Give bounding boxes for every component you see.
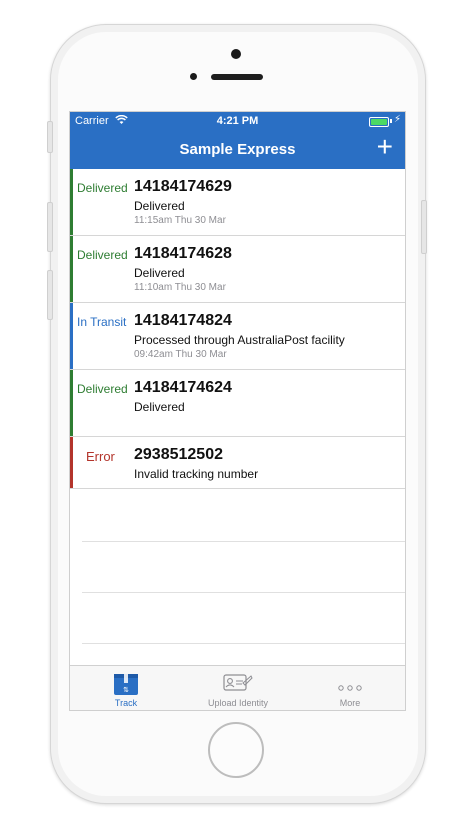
tracking-number: 14184174629 bbox=[134, 178, 232, 195]
status-label: Delivered bbox=[77, 181, 128, 195]
navigation-bar: Sample Express + bbox=[70, 130, 405, 169]
more-dots-icon bbox=[338, 678, 362, 696]
status-description: Delivered bbox=[134, 400, 185, 414]
id-card-icon bbox=[223, 671, 253, 698]
status-label: Error bbox=[86, 449, 115, 464]
tab-label: Upload Identity bbox=[207, 698, 269, 708]
status-label: Delivered bbox=[77, 248, 128, 262]
status-label: Delivered bbox=[77, 382, 128, 396]
volume-down-button bbox=[47, 270, 53, 320]
status-description: Invalid tracking number bbox=[134, 467, 259, 481]
proximity-sensor bbox=[190, 73, 197, 80]
mute-switch bbox=[47, 121, 53, 153]
app-screen: Carrier 4:21 PM ⚡ Sample Express + Deliv… bbox=[69, 111, 406, 711]
svg-text:⇅: ⇅ bbox=[123, 686, 129, 694]
status-color-bar bbox=[70, 236, 73, 302]
tab-label: Track bbox=[114, 698, 138, 708]
tab-track[interactable]: ⇅ Track bbox=[70, 666, 182, 710]
status-timestamp: 11:15am Thu 30 Mar bbox=[134, 215, 226, 226]
battery-icon bbox=[369, 117, 389, 127]
earpiece-speaker bbox=[211, 74, 263, 80]
tab-more[interactable]: More bbox=[294, 666, 405, 710]
shipment-list: Delivered 14184174629 Delivered 11:15am … bbox=[70, 169, 405, 489]
status-description: Delivered bbox=[134, 199, 185, 213]
tracking-number: 14184174824 bbox=[134, 312, 232, 329]
status-color-bar bbox=[70, 370, 73, 436]
add-tracking-button[interactable]: + bbox=[377, 132, 393, 162]
tab-upload-identity[interactable]: Upload Identity bbox=[182, 666, 294, 710]
volume-up-button bbox=[47, 202, 53, 252]
status-bar: Carrier 4:21 PM ⚡ bbox=[70, 112, 405, 130]
shipment-row[interactable]: Error 2938512502 Invalid tracking number bbox=[70, 437, 405, 489]
charging-icon: ⚡ bbox=[393, 114, 401, 125]
status-color-bar bbox=[70, 437, 73, 488]
shipment-row[interactable]: Delivered 14184174629 Delivered 11:15am … bbox=[70, 169, 405, 236]
status-timestamp: 09:42am Thu 30 Mar bbox=[134, 349, 227, 360]
tab-label: More bbox=[339, 698, 361, 708]
box-icon: ⇅ bbox=[113, 671, 139, 701]
shipment-row[interactable]: Delivered 14184174624 Delivered bbox=[70, 370, 405, 437]
tab-bar: ⇅ Track Upload Identity More bbox=[70, 665, 405, 710]
empty-row-separator bbox=[82, 592, 405, 593]
tracking-number: 14184174624 bbox=[134, 379, 232, 396]
home-button[interactable] bbox=[208, 722, 264, 778]
status-color-bar bbox=[70, 303, 73, 369]
tracking-number: 2938512502 bbox=[134, 446, 223, 463]
status-label: In Transit bbox=[77, 315, 127, 329]
front-camera bbox=[231, 49, 241, 59]
shipment-row[interactable]: Delivered 14184174628 Delivered 11:10am … bbox=[70, 236, 405, 303]
shipment-row[interactable]: In Transit 14184174824 Processed through… bbox=[70, 303, 405, 370]
page-title: Sample Express bbox=[179, 141, 296, 158]
status-description: Processed through AustraliaPost facility bbox=[134, 333, 345, 347]
status-timestamp: 11:10am Thu 30 Mar bbox=[134, 282, 226, 293]
battery-tip bbox=[390, 119, 392, 123]
clock: 4:21 PM bbox=[216, 115, 259, 127]
tracking-number: 14184174628 bbox=[134, 245, 232, 262]
status-color-bar bbox=[70, 169, 73, 235]
empty-row-separator bbox=[82, 541, 405, 542]
empty-row-separator bbox=[82, 643, 405, 644]
status-description: Delivered bbox=[134, 266, 185, 280]
power-button bbox=[421, 200, 427, 254]
